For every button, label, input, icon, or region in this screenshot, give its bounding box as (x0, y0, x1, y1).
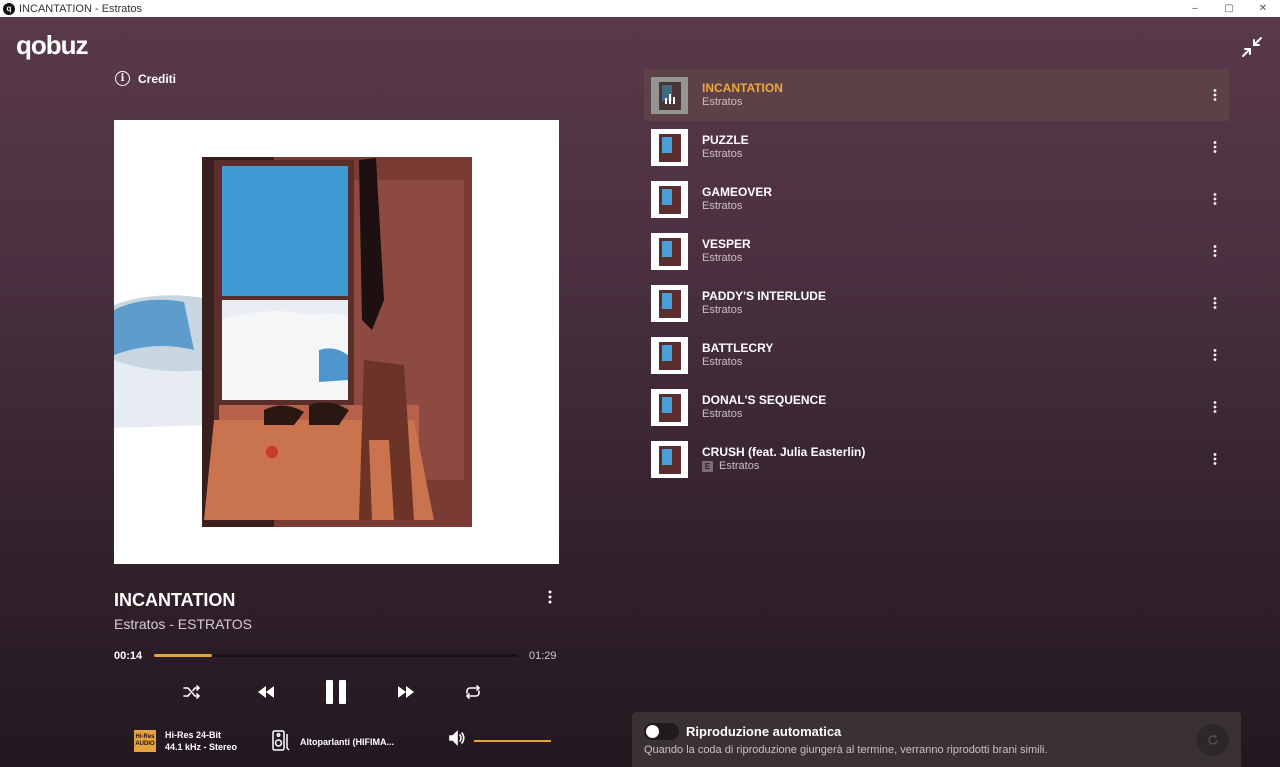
track-title: VESPER (702, 237, 751, 251)
queue-item[interactable]: BATTLECRY Estratos (644, 329, 1229, 381)
track-artist-name[interactable]: Estratos (702, 251, 742, 265)
pause-icon[interactable] (322, 679, 350, 705)
collapse-icon[interactable] (1240, 35, 1264, 59)
close-button[interactable]: ✕ (1246, 0, 1280, 17)
now-playing-subtitle[interactable]: Estratos - ESTRATOS (114, 616, 252, 632)
track-thumbnail (651, 336, 688, 374)
track-title: CRUSH (feat. Julia Easterlin) (702, 445, 866, 459)
maximize-button[interactable]: ▢ (1212, 0, 1246, 17)
track-artist: Estratos (702, 147, 749, 161)
volume-icon[interactable] (448, 730, 466, 751)
qobuz-app-icon: q (3, 2, 15, 15)
track-thumbnail (651, 180, 688, 218)
more-options-icon[interactable] (543, 589, 557, 605)
autoplay-panel: Riproduzione automatica Quando la coda d… (632, 712, 1241, 767)
more-options-icon[interactable] (1211, 295, 1219, 311)
qobuz-logo[interactable]: qobuz (16, 30, 89, 61)
track-thumbnail (651, 388, 688, 426)
more-options-icon[interactable] (1211, 87, 1219, 103)
audio-quality[interactable]: Hi-Res AUDIO Hi-Res 24-Bit 44.1 kHz - St… (134, 729, 237, 753)
speaker-icon (272, 730, 290, 754)
track-artist-name[interactable]: Estratos (702, 95, 742, 109)
quality-bitdepth: Hi-Res 24-Bit (165, 730, 222, 740)
autoplay-title: Riproduzione automatica (686, 724, 842, 739)
track-thumbnail (651, 128, 688, 166)
current-time: 00:14 (114, 650, 143, 662)
queue-item[interactable]: INCANTATION Estratos (644, 69, 1229, 121)
autoplay-description: Quando la coda di riproduzione giungerà … (644, 744, 1048, 756)
queue-item[interactable]: CRUSH (feat. Julia Easterlin) E Estratos (644, 433, 1229, 485)
queue-item[interactable]: DONAL'S SEQUENCE Estratos (644, 381, 1229, 433)
credits-label: Crediti (138, 71, 177, 86)
track-artist-name[interactable]: Estratos (702, 407, 742, 421)
progress-fill (154, 654, 213, 657)
more-options-icon[interactable] (1211, 191, 1219, 207)
play-queue: INCANTATION Estratos PUZZLE Estratos GAMEOVE… (644, 69, 1229, 485)
repeat-icon[interactable] (461, 679, 485, 705)
credits-button[interactable]: i Crediti (115, 71, 176, 86)
track-artist: E Estratos (702, 459, 865, 473)
audio-output-selector[interactable]: Altoparlanti (HIFIMA... (272, 730, 394, 754)
album-cover (114, 120, 559, 564)
minimize-button[interactable]: – (1178, 0, 1212, 17)
more-options-icon[interactable] (1211, 451, 1219, 467)
track-title: GAMEOVER (702, 185, 773, 199)
more-options-icon[interactable] (1211, 347, 1219, 363)
track-artist: Estratos (702, 251, 751, 265)
refresh-icon[interactable] (1197, 724, 1229, 756)
toggle-knob (646, 725, 659, 738)
next-icon[interactable] (394, 679, 418, 705)
previous-icon[interactable] (254, 679, 278, 705)
queue-item[interactable]: VESPER Estratos (644, 225, 1229, 277)
track-artist-name[interactable]: Estratos (702, 199, 742, 213)
track-artist: Estratos (702, 303, 826, 317)
playing-indicator-icon (651, 76, 688, 114)
autoplay-toggle[interactable] (644, 723, 679, 740)
track-artist-name[interactable]: Estratos (702, 355, 742, 369)
shuffle-icon[interactable] (180, 679, 204, 705)
explicit-badge: E (702, 460, 713, 472)
track-title: DONAL'S SEQUENCE (702, 393, 827, 407)
queue-item[interactable]: PUZZLE Estratos (644, 121, 1229, 173)
now-playing-title: INCANTATION (114, 590, 236, 610)
track-artist: Estratos (702, 95, 783, 109)
volume-slider[interactable] (474, 739, 551, 742)
hires-badge-top: Hi-Res (135, 734, 155, 741)
window-titlebar: q INCANTATION - Estratos – ▢ ✕ (0, 0, 1280, 17)
track-thumbnail (651, 284, 688, 322)
track-thumbnail (651, 76, 688, 114)
track-artist-name[interactable]: Estratos (702, 303, 742, 317)
volume-control[interactable] (448, 730, 551, 751)
quality-samplerate: 44.1 kHz - Stereo (165, 742, 238, 752)
track-artist: Estratos (702, 199, 772, 213)
hires-badge-bottom: AUDIO (135, 741, 155, 747)
progress-bar[interactable] (154, 654, 518, 657)
more-options-icon[interactable] (1211, 243, 1219, 259)
track-thumbnail (651, 232, 688, 270)
track-title: PUZZLE (702, 133, 749, 147)
track-artist-name[interactable]: Estratos (702, 147, 742, 161)
track-title: INCANTATION (702, 81, 783, 95)
track-title: BATTLECRY (702, 341, 774, 355)
track-title: PADDY'S INTERLUDE (702, 289, 826, 303)
hires-audio-badge: Hi-Res AUDIO (134, 730, 156, 752)
track-artist-name[interactable]: Estratos (719, 459, 759, 473)
track-artist: Estratos (702, 355, 773, 369)
window-title: INCANTATION - Estratos (19, 2, 143, 15)
queue-item[interactable]: PADDY'S INTERLUDE Estratos (644, 277, 1229, 329)
more-options-icon[interactable] (1211, 139, 1219, 155)
more-options-icon[interactable] (1211, 399, 1219, 415)
queue-item[interactable]: GAMEOVER Estratos (644, 173, 1229, 225)
output-device-label: Altoparlanti (HIFIMA... (300, 737, 394, 747)
info-icon: i (115, 71, 130, 86)
track-artist: Estratos (702, 407, 826, 421)
total-time: 01:29 (529, 650, 557, 662)
track-thumbnail (651, 440, 688, 478)
